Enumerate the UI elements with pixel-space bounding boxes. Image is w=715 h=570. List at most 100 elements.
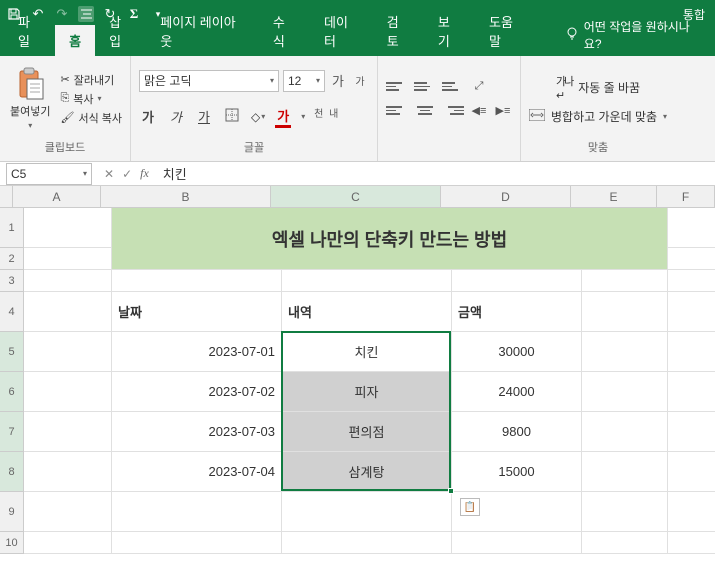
font-size-select[interactable]: 12▾ bbox=[283, 70, 325, 92]
cancel-formula-icon[interactable]: ✕ bbox=[104, 167, 114, 181]
row-header-7[interactable]: 7 bbox=[0, 412, 24, 452]
align-left-button[interactable] bbox=[386, 102, 408, 120]
row-header-3[interactable]: 3 bbox=[0, 270, 24, 292]
tab-insert[interactable]: 삽입 bbox=[95, 6, 146, 56]
cell-F3[interactable] bbox=[668, 270, 715, 292]
paste-button[interactable]: 붙여넣기 ▾ bbox=[8, 65, 52, 132]
row-header-9[interactable]: 9 bbox=[0, 492, 24, 532]
cell-D3[interactable] bbox=[452, 270, 582, 292]
cell-A3[interactable] bbox=[24, 270, 112, 292]
font-name-select[interactable]: 맑은 고딕▾ bbox=[139, 70, 279, 92]
copy-button[interactable]: ⎘복사▾ bbox=[60, 91, 122, 107]
cell-D5[interactable]: 30000 bbox=[452, 332, 582, 372]
selection-fill-handle[interactable] bbox=[448, 488, 454, 494]
phonetic-guide-button[interactable]: 내천 bbox=[315, 108, 333, 126]
row-header-4[interactable]: 4 bbox=[0, 292, 24, 332]
tab-page-layout[interactable]: 페이지 레이아웃 bbox=[146, 6, 259, 56]
redo-icon[interactable]: ↷ bbox=[54, 6, 70, 22]
align-center-button[interactable] bbox=[414, 102, 436, 120]
cell-E4[interactable] bbox=[582, 292, 668, 332]
center-align-qat-icon[interactable] bbox=[78, 6, 94, 22]
italic-button[interactable]: 가 bbox=[167, 107, 185, 126]
cell-C10[interactable] bbox=[282, 532, 452, 554]
orientation-button[interactable]: ⤢ bbox=[470, 78, 488, 96]
increase-indent-button[interactable]: ▶≡ bbox=[494, 102, 512, 120]
select-all-corner[interactable] bbox=[0, 186, 13, 208]
border-button[interactable] bbox=[223, 108, 241, 125]
row-header-1[interactable]: 1 bbox=[0, 208, 24, 248]
wrap-text-button[interactable]: 가나↵ 자동 줄 바꿈 bbox=[556, 73, 640, 102]
tab-data[interactable]: 데이터 bbox=[310, 6, 373, 56]
cell-F6[interactable] bbox=[668, 372, 715, 412]
tab-view[interactable]: 보기 bbox=[424, 6, 475, 56]
row-header-10[interactable]: 10 bbox=[0, 532, 24, 554]
decrease-indent-button[interactable]: ◀≡ bbox=[470, 102, 488, 120]
fx-icon[interactable]: fx bbox=[140, 166, 149, 181]
cell-F1[interactable] bbox=[668, 208, 715, 248]
fill-color-button[interactable]: ◇▾ bbox=[251, 110, 265, 124]
cell-F9[interactable] bbox=[668, 492, 715, 532]
cell-A8[interactable] bbox=[24, 452, 112, 492]
cell-F2[interactable] bbox=[668, 248, 715, 270]
align-right-button[interactable] bbox=[442, 102, 464, 120]
bold-button[interactable]: 가 bbox=[139, 107, 157, 126]
cell-A10[interactable] bbox=[24, 532, 112, 554]
cell-F5[interactable] bbox=[668, 332, 715, 372]
cell-E8[interactable] bbox=[582, 452, 668, 492]
cell-C4[interactable]: 내역 bbox=[282, 292, 452, 332]
column-header-C[interactable]: C bbox=[271, 186, 441, 208]
cell-D8[interactable]: 15000 bbox=[452, 452, 582, 492]
name-box[interactable]: C5▾ bbox=[6, 163, 92, 185]
cell-B4[interactable]: 날짜 bbox=[112, 292, 282, 332]
cell-C7[interactable]: 편의점 bbox=[282, 412, 452, 452]
shrink-font-button[interactable]: 가 bbox=[351, 72, 369, 90]
format-painter-button[interactable]: 🖌서식 복사 bbox=[60, 110, 122, 126]
cell-D4[interactable]: 금액 bbox=[452, 292, 582, 332]
align-bottom-button[interactable] bbox=[442, 78, 464, 96]
align-top-button[interactable] bbox=[386, 78, 408, 96]
column-header-E[interactable]: E bbox=[571, 186, 657, 208]
cell-A9[interactable] bbox=[24, 492, 112, 532]
column-header-A[interactable]: A bbox=[13, 186, 101, 208]
row-header-2[interactable]: 2 bbox=[0, 248, 24, 270]
cell-D6[interactable]: 24000 bbox=[452, 372, 582, 412]
formula-bar[interactable]: 치킨 bbox=[155, 164, 715, 183]
column-header-F[interactable]: F bbox=[657, 186, 715, 208]
cell-E6[interactable] bbox=[582, 372, 668, 412]
cell-F8[interactable] bbox=[668, 452, 715, 492]
cell-B7[interactable]: 2023-07-03 bbox=[112, 412, 282, 452]
cell-B3[interactable] bbox=[112, 270, 282, 292]
cell-E3[interactable] bbox=[582, 270, 668, 292]
title-merged-cell[interactable]: 엑셀 나만의 단축키 만드는 방법 bbox=[112, 208, 668, 270]
row-header-8[interactable]: 8 bbox=[0, 452, 24, 492]
cell-F4[interactable] bbox=[668, 292, 715, 332]
sheet-area[interactable]: 엑셀 나만의 단축키 만드는 방법날짜내역금액 2023-07-01치킨30000… bbox=[24, 208, 715, 554]
cell-B9[interactable] bbox=[112, 492, 282, 532]
merge-center-button[interactable]: 병합하고 가운데 맞춤 ▾ bbox=[529, 108, 667, 125]
cell-A1[interactable] bbox=[24, 208, 112, 248]
enter-formula-icon[interactable]: ✓ bbox=[122, 167, 132, 181]
cell-A6[interactable] bbox=[24, 372, 112, 412]
cell-D7[interactable]: 9800 bbox=[452, 412, 582, 452]
cell-C5[interactable]: 치킨 bbox=[282, 332, 452, 372]
cell-D10[interactable] bbox=[452, 532, 582, 554]
cell-C3[interactable] bbox=[282, 270, 452, 292]
cell-C8[interactable]: 삼계탕 bbox=[282, 452, 452, 492]
tell-me-search[interactable]: 어떤 작업을 원하시나요? bbox=[558, 14, 711, 56]
cell-E9[interactable] bbox=[582, 492, 668, 532]
cell-E10[interactable] bbox=[582, 532, 668, 554]
column-header-B[interactable]: B bbox=[101, 186, 271, 208]
tab-formulas[interactable]: 수식 bbox=[259, 6, 310, 56]
underline-button[interactable]: 가 bbox=[195, 107, 213, 126]
tab-review[interactable]: 검토 bbox=[373, 6, 424, 56]
row-header-6[interactable]: 6 bbox=[0, 372, 24, 412]
cell-E7[interactable] bbox=[582, 412, 668, 452]
align-middle-button[interactable] bbox=[414, 78, 436, 96]
font-color-button[interactable]: 가 bbox=[275, 106, 291, 128]
cell-C6[interactable]: 피자 bbox=[282, 372, 452, 412]
cell-F10[interactable] bbox=[668, 532, 715, 554]
cell-A2[interactable] bbox=[24, 248, 112, 270]
cell-B5[interactable]: 2023-07-01 bbox=[112, 332, 282, 372]
cell-F7[interactable] bbox=[668, 412, 715, 452]
tab-file[interactable]: 파일 bbox=[4, 6, 55, 56]
